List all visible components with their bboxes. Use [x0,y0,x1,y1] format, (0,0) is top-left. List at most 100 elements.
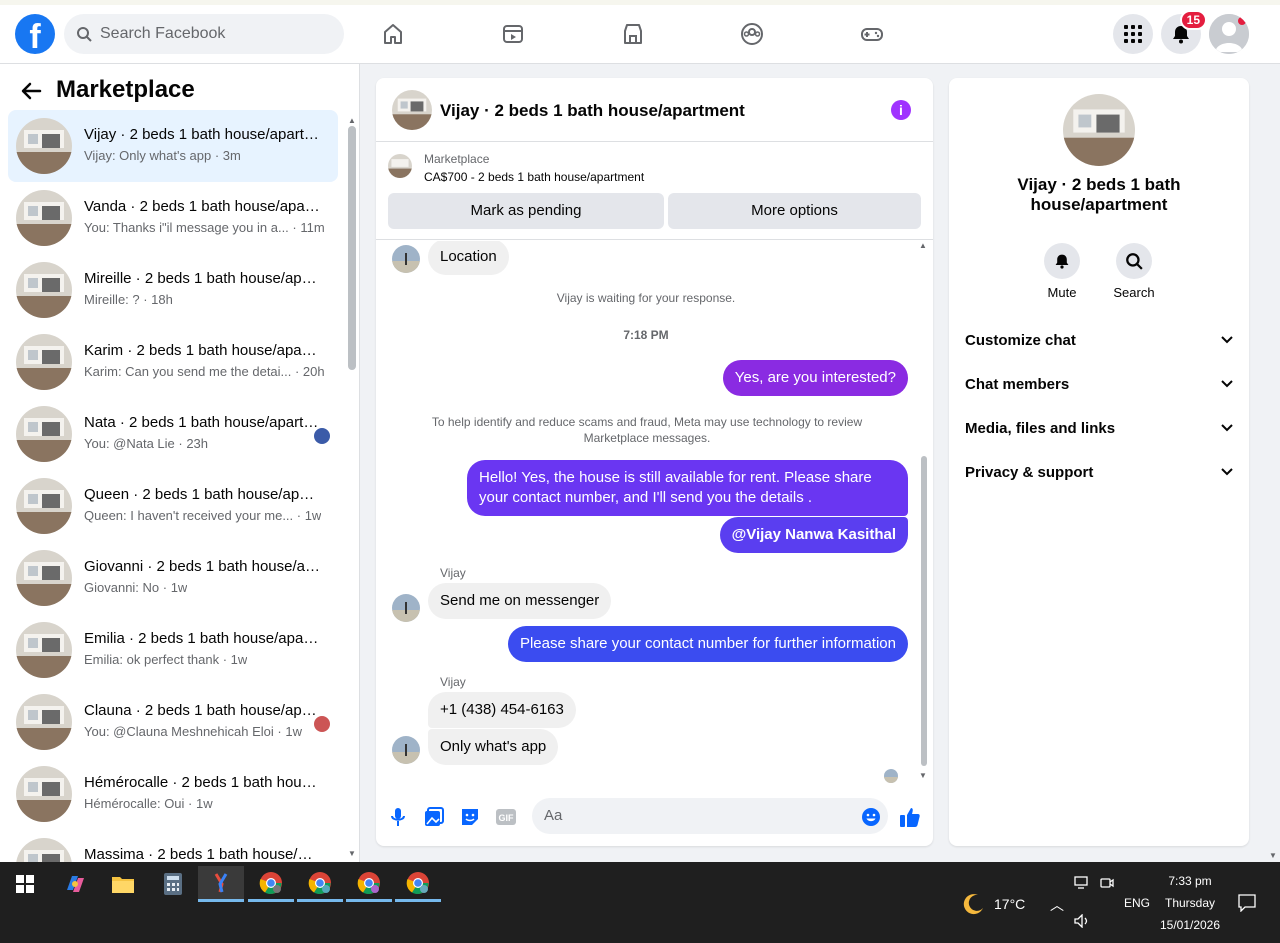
listing-avatar-large[interactable] [1063,94,1135,166]
listing-thumbnail [16,478,72,534]
sticker-icon[interactable] [459,806,481,828]
sender-avatar[interactable] [392,736,420,764]
privacy-support-section[interactable]: Privacy & support [965,450,1233,494]
outgoing-message[interactable]: Yes, are you interested? [722,360,908,396]
scam-notice: To help identify and reduce scams and fr… [431,415,863,445]
chat-scrollbar[interactable]: ▲ ▼ [919,241,929,781]
search-icon [77,27,92,42]
windows-start-icon[interactable] [2,866,48,902]
seen-avatar [314,428,330,444]
listing-thumbnail [16,334,72,390]
conversation-item[interactable]: Clauna · 2 beds 1 bath house/apartment Yo… [8,686,338,758]
incoming-message-phone[interactable]: +1 (438) 454-6163 [428,692,576,728]
conversation-preview: Giovanni: No · 1w [84,580,188,595]
menu-grid-icon[interactable] [1113,14,1153,54]
message-thread: Location Vijay is waiting for your respo… [376,241,933,786]
conversation-item[interactable]: Nata · 2 beds 1 bath house/apartment You:… [8,398,338,470]
profile-avatar[interactable] [1209,14,1249,54]
notification-center-icon[interactable] [1238,894,1256,915]
chat-details-panel: Vijay · 2 beds 1 bath house/apartment Mu… [949,78,1249,846]
sidebar-scroll-thumb[interactable] [348,126,356,370]
section-label: Media, files and links [965,419,1116,437]
customize-chat-section[interactable]: Customize chat [965,318,1233,362]
video-icon[interactable] [493,14,533,54]
listing-thumbnail [16,190,72,246]
language-indicator[interactable]: ENG [1124,896,1150,910]
conversation-item[interactable]: Karim · 2 beds 1 bath house/apartment Kar… [8,326,338,398]
chrome-profile-icon[interactable] [346,866,392,902]
calculator-icon[interactable] [150,866,196,902]
volume-icon[interactable] [1074,913,1090,931]
chevron-down-icon [1221,380,1233,388]
mark-as-pending-button[interactable]: Mark as pending [388,193,664,229]
mute-label: Mute [1047,285,1077,300]
waiting-notice: Vijay is waiting for your response. [556,291,736,305]
conversation-preview: You: @Nata Lie · 23h [84,436,209,451]
gif-icon[interactable]: GIF [495,806,517,828]
sidebar-scrollbar[interactable]: ▲ ▼ [348,116,356,858]
groups-icon[interactable] [732,14,772,54]
section-label: Privacy & support [965,463,1094,481]
outgoing-message[interactable]: Please share your contact number for fur… [507,626,908,662]
media-files-links-section[interactable]: Media, files and links [965,406,1233,450]
thumbs-up-icon[interactable] [899,806,921,828]
copilot-icon[interactable] [52,866,98,902]
conversation-item[interactable]: Vijay · 2 beds 1 bath house/apartment Vij… [8,110,338,182]
clock-time[interactable]: 7:33 pm [1152,874,1228,888]
marketplace-label: Marketplace [424,152,490,166]
conversation-item[interactable]: Vanda · 2 beds 1 bath house/apartment You… [8,182,338,254]
home-icon[interactable] [373,14,413,54]
notifications-button[interactable]: 15 [1161,10,1207,54]
conversation-item[interactable]: Hémérocalle · 2 beds 1 bath house/apartm… [8,758,338,830]
info-icon[interactable]: i [891,100,911,120]
details-title: Vijay · 2 beds 1 bath house/apartment [1017,175,1181,214]
network-icon[interactable] [1074,876,1090,893]
chat-scroll-thumb[interactable] [921,456,927,766]
file-explorer-icon[interactable] [100,866,146,902]
search-facebook-input[interactable]: Search Facebook [64,14,344,54]
snipping-tool-icon[interactable] [198,866,244,902]
conversation-item[interactable]: Queen · 2 beds 1 bath house/apartment Que… [8,470,338,542]
chrome-profile-icon[interactable] [395,866,441,902]
listing-avatar[interactable] [392,90,432,130]
conversation-item[interactable]: Emilia · 2 beds 1 bath house/apartment Em… [8,614,338,686]
message-bubble-location[interactable]: Location [428,241,509,275]
photo-icon[interactable] [423,806,445,828]
emoji-icon[interactable] [860,806,882,828]
listing-price-title[interactable]: CA$700 - 2 beds 1 bath house/apartment [424,170,644,184]
incoming-message[interactable]: Only what's app [428,729,559,765]
moon-icon [963,894,983,915]
camera-icon[interactable] [1100,876,1114,893]
outgoing-message-mention[interactable]: @Vijay Nanwa Kasithal [719,517,908,553]
marketplace-icon[interactable] [613,14,653,54]
message-input[interactable]: Aa [532,798,888,834]
conversation-title: Hémérocalle · 2 beds 1 bath house/apartm… [84,774,320,791]
conversation-item[interactable]: Mireille · 2 beds 1 bath house/apartment… [8,254,338,326]
chevron-up-icon[interactable]: ︿ [1050,895,1064,915]
conversation-preview: You: Thanks i"il message you in a... · 1… [84,220,324,235]
chat-members-section[interactable]: Chat members [965,362,1233,406]
conversation-title: Vanda · 2 beds 1 bath house/apartment [84,198,320,215]
page-scrollbar[interactable]: ▼ [1266,64,1280,862]
section-label: Chat members [965,375,1070,393]
sender-avatar[interactable] [392,245,420,273]
chrome-icon[interactable] [248,866,294,902]
more-options-button[interactable]: More options [668,193,921,229]
mute-button[interactable]: Mute [1032,243,1092,300]
marketplace-inbox-sidebar: Marketplace Vijay · 2 beds 1 bath house/… [0,64,360,894]
conversation-item[interactable]: Giovanni · 2 beds 1 bath house/apartment… [8,542,338,614]
conversation-title: Queen · 2 beds 1 bath house/apartment [84,486,320,503]
weather-widget[interactable]: 17°C [962,892,1025,916]
gaming-icon[interactable] [852,14,892,54]
listing-thumbnail[interactable] [388,154,412,178]
microphone-icon[interactable] [387,806,409,828]
incoming-message[interactable]: Send me on messenger [428,583,612,619]
search-conversation-button[interactable]: Search [1104,243,1164,300]
back-arrow-icon[interactable] [20,80,42,108]
chrome-profile-icon[interactable] [297,866,343,902]
listing-thumbnail [16,262,72,318]
outgoing-message[interactable]: Hello! Yes, the house is still available… [467,460,908,516]
chat-panel: Vijay · 2 beds 1 bath house/apartment i … [376,78,933,846]
facebook-logo[interactable]: f [15,14,55,56]
sender-avatar[interactable] [392,594,420,622]
